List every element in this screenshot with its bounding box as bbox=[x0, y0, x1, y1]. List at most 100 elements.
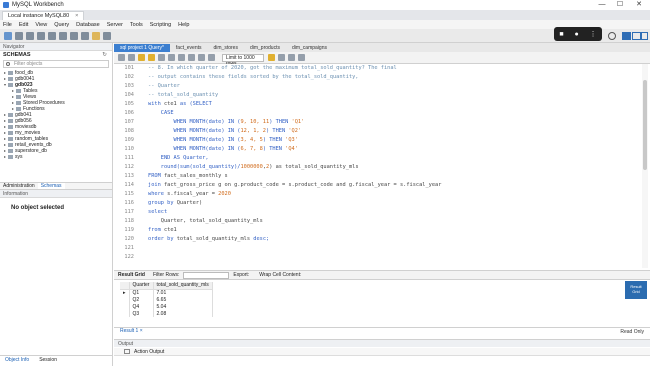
menu-view[interactable]: View bbox=[35, 22, 47, 28]
line-number: 112 bbox=[124, 164, 134, 170]
code-token: ) THEN bbox=[262, 146, 286, 152]
maximize-button[interactable]: ☐ bbox=[612, 0, 628, 10]
line-number: 118 bbox=[124, 218, 134, 224]
open-file-icon[interactable] bbox=[118, 54, 125, 61]
tab-sql-project-query[interactable]: sql project 1 Query* bbox=[114, 44, 170, 52]
column-header[interactable]: Quarter bbox=[129, 282, 154, 290]
table-cell[interactable]: 5.04 bbox=[153, 303, 213, 310]
menu-help[interactable]: Help bbox=[178, 22, 189, 28]
filter-rows-input[interactable] bbox=[183, 271, 230, 279]
menu-scripting[interactable]: Scripting bbox=[150, 22, 171, 28]
reconnect-icon[interactable] bbox=[103, 31, 111, 40]
create-schema-icon[interactable] bbox=[37, 31, 45, 40]
create-view-icon[interactable] bbox=[59, 31, 67, 40]
toggle-secondary-sidebar-icon[interactable] bbox=[641, 32, 648, 40]
rollback-icon[interactable] bbox=[198, 54, 205, 61]
result-grid-side-button[interactable]: Result Grid bbox=[625, 281, 647, 299]
open-sql-file-icon[interactable] bbox=[15, 31, 23, 40]
limit-rows-select[interactable]: Limit to 1000 rows bbox=[222, 53, 264, 67]
export-label[interactable]: Export: bbox=[233, 272, 249, 278]
tab-dim-products[interactable]: dim_products bbox=[244, 44, 286, 52]
tab-administration[interactable]: Administration bbox=[0, 183, 38, 189]
explain-icon[interactable] bbox=[158, 54, 165, 61]
tab-dim-campaigns[interactable]: dim_campaigns bbox=[286, 44, 333, 52]
find-icon[interactable] bbox=[278, 54, 285, 61]
settings-gear-icon[interactable] bbox=[608, 32, 616, 40]
code-text: -- Quarter bbox=[148, 82, 180, 91]
code-token: ) THEN bbox=[266, 128, 289, 134]
table-row[interactable]: Q3 2.08 bbox=[120, 310, 213, 317]
minimize-button[interactable]: — bbox=[594, 0, 610, 10]
connection-tab[interactable]: Local instance MySQL80 × bbox=[2, 11, 85, 20]
execute-current-icon[interactable] bbox=[148, 54, 155, 61]
open-inspector-icon[interactable] bbox=[26, 31, 34, 40]
new-sql-tab-icon[interactable] bbox=[4, 31, 12, 40]
line-number: 120 bbox=[124, 236, 134, 242]
recorder-mic-icon[interactable]: ● bbox=[575, 31, 579, 38]
menu-database[interactable]: Database bbox=[76, 22, 100, 28]
code-line: 122 bbox=[114, 253, 650, 262]
column-header[interactable]: total_sold_quantity_mls bbox=[153, 282, 213, 290]
code-token: 6, 7, 8 bbox=[240, 146, 263, 152]
table-row[interactable]: Q4 5.04 bbox=[120, 303, 213, 310]
create-procedure-icon[interactable] bbox=[70, 31, 78, 40]
table-cell[interactable]: 6.65 bbox=[153, 296, 213, 303]
table-cell[interactable]: 2.08 bbox=[153, 310, 213, 317]
wrap-cell-label[interactable]: Wrap Cell Content: bbox=[259, 272, 301, 278]
table-header-row: Quarter total_sold_quantity_mls bbox=[120, 282, 213, 290]
screen-recorder-widget[interactable]: ■ ● ⋮ bbox=[554, 27, 602, 41]
result-tab-label[interactable]: Result 1 × bbox=[120, 328, 143, 334]
scrollbar-thumb[interactable] bbox=[643, 80, 647, 170]
result-grid-label[interactable]: Result Grid bbox=[118, 272, 145, 278]
result-tab[interactable]: Result 1 × bbox=[114, 327, 650, 335]
beautify-icon[interactable] bbox=[268, 54, 275, 61]
filter-objects-input[interactable]: Filter objects bbox=[3, 60, 109, 68]
menu-tools[interactable]: Tools bbox=[130, 22, 143, 28]
tab-dim-stores[interactable]: dim_stores bbox=[208, 44, 244, 52]
table-cell[interactable]: Q3 bbox=[129, 310, 154, 317]
line-number: 108 bbox=[124, 128, 134, 134]
schema-tree-item[interactable]: ▸ sys bbox=[0, 154, 112, 160]
menu-file[interactable]: File bbox=[3, 22, 12, 28]
menu-edit[interactable]: Edit bbox=[19, 22, 28, 28]
result-grid[interactable]: Quarter total_sold_quantity_mls ▸ Q1 7.01 Q2… bbox=[114, 281, 624, 327]
tab-schemas[interactable]: Schemas bbox=[37, 183, 65, 189]
close-icon[interactable]: × bbox=[75, 13, 78, 19]
table-cell[interactable]: 7.01 bbox=[153, 289, 213, 296]
toggle-output-icon[interactable] bbox=[632, 32, 641, 40]
line-number: 117 bbox=[124, 209, 134, 215]
recorder-stop-icon[interactable]: ■ bbox=[559, 31, 563, 38]
autocommit-icon[interactable] bbox=[208, 54, 215, 61]
table-cell[interactable]: Q4 bbox=[129, 303, 154, 310]
tab-fact-events[interactable]: fact_events bbox=[170, 44, 208, 52]
title-bar: MySQL Workbench bbox=[0, 0, 650, 10]
create-function-icon[interactable] bbox=[81, 31, 89, 40]
table-row[interactable]: ▸ Q1 7.01 bbox=[120, 289, 213, 296]
close-button[interactable]: ✕ bbox=[631, 0, 647, 10]
commit-icon[interactable] bbox=[188, 54, 195, 61]
table-cell[interactable]: Q1 bbox=[129, 289, 154, 296]
stop-icon[interactable] bbox=[168, 54, 175, 61]
search-table-data-icon[interactable] bbox=[92, 31, 100, 40]
sql-editor[interactable]: 101 -- 8. In which quarter of 2020, got t… bbox=[114, 64, 650, 268]
tab-session[interactable]: Session bbox=[34, 356, 62, 364]
action-output-select[interactable]: Action Output bbox=[114, 348, 650, 356]
toggle-sidebar-icon[interactable] bbox=[622, 32, 631, 40]
refresh-schemas-icon[interactable]: ↻ bbox=[102, 51, 107, 59]
table-row[interactable]: Q2 6.65 bbox=[120, 296, 213, 303]
sql-editor-tabs: sql project 1 Query* fact_events dim_sto… bbox=[114, 43, 650, 52]
recorder-more-icon[interactable]: ⋮ bbox=[590, 30, 597, 38]
create-table-icon[interactable] bbox=[48, 31, 56, 40]
save-icon[interactable] bbox=[128, 54, 135, 61]
tab-object-info[interactable]: Object Info bbox=[0, 356, 35, 364]
invisible-chars-icon[interactable] bbox=[288, 54, 295, 61]
word-wrap-icon[interactable] bbox=[298, 54, 305, 61]
menu-server[interactable]: Server bbox=[107, 22, 123, 28]
code-token: ) THEN bbox=[269, 119, 292, 125]
editor-scrollbar[interactable] bbox=[642, 64, 648, 268]
line-number: 122 bbox=[124, 254, 134, 260]
execute-icon[interactable] bbox=[138, 54, 145, 61]
toggle-stop-on-error-icon[interactable] bbox=[178, 54, 185, 61]
menu-query[interactable]: Query bbox=[54, 22, 69, 28]
table-cell[interactable]: Q2 bbox=[129, 296, 154, 303]
